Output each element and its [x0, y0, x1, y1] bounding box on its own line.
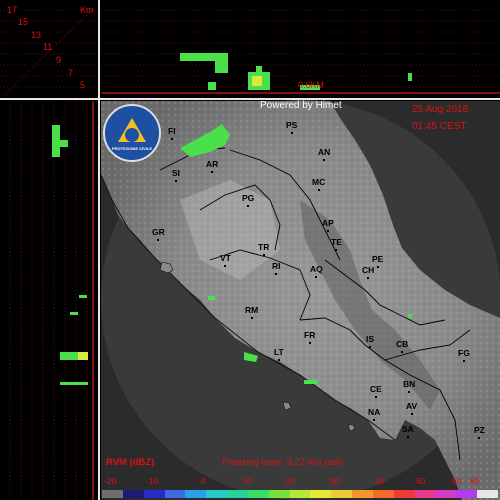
- legend-tick-label: 65: [470, 476, 480, 486]
- radar-map: [0, 0, 500, 500]
- city-label-rm: RM: [245, 305, 259, 319]
- legend-color-cell: [414, 490, 436, 498]
- legend-color-cell: [247, 490, 269, 498]
- city-label-is: IS: [366, 334, 375, 348]
- height-tick-15: 15: [18, 17, 29, 27]
- legend-color-cell: [227, 490, 249, 498]
- height-tick-17: 17: [7, 5, 18, 15]
- legend-color-cell: [122, 490, 144, 498]
- legend-color-cell: [456, 490, 478, 498]
- legend-color-cell: [310, 490, 332, 498]
- city-label-vt: VT: [220, 253, 231, 267]
- legend-title: RVM (dBZ): [106, 457, 155, 468]
- city-label-si: SI: [172, 168, 181, 182]
- city-label-pe: PE: [372, 254, 384, 268]
- powered-by-label: Powered by Himet: [260, 100, 342, 111]
- legend-tick-label: 40: [375, 476, 385, 486]
- legend-tick-label: 0: [201, 476, 206, 486]
- city-label-ar: AR: [206, 159, 219, 173]
- city-label-aq: AQ: [310, 264, 323, 278]
- city-label-fg: FG: [458, 348, 470, 362]
- logo-text: PROTEZIONE CIVILE: [111, 146, 152, 151]
- date-label: 25 Aug 2018: [412, 104, 469, 115]
- city-label-fi: FI: [168, 126, 176, 140]
- legend-tick-label: 60: [452, 476, 462, 486]
- city-label-an: AN: [318, 147, 331, 161]
- city-label-cb: CB: [396, 339, 409, 353]
- city-label-ce: CE: [370, 384, 382, 398]
- city-label-na: NA: [368, 407, 381, 421]
- city-label-pg: PG: [242, 193, 255, 207]
- legend-color-cell: [331, 490, 353, 498]
- legend-tick-label: -10: [146, 476, 159, 486]
- city-label-ps: PS: [286, 120, 298, 134]
- height-unit-label: Km: [80, 5, 94, 15]
- height-tick-13: 13: [31, 30, 42, 40]
- legend-tick-label: -20: [104, 476, 117, 486]
- freezing-marker: 0.6KM: [298, 80, 325, 90]
- city-label-ri: RI: [272, 261, 281, 275]
- legend-color-cell: [289, 490, 311, 498]
- city-label-tr: TR: [258, 242, 270, 256]
- height-tick-7: 7: [68, 68, 74, 78]
- time-label: 01:45 CEST: [412, 121, 467, 132]
- legend-tick-label: 30: [330, 476, 340, 486]
- freezing-level-label: Freezing level: 3.27 Km (asl): [222, 457, 343, 468]
- height-tick-9: 9: [56, 55, 62, 65]
- city-label-ch: CH: [362, 265, 375, 279]
- legend-color-cell: [477, 490, 499, 498]
- city-label-sa: SA: [402, 424, 414, 438]
- legend-color-cell: [372, 490, 394, 498]
- height-tick-5: 5: [80, 80, 86, 90]
- legend-color-cell: [185, 490, 207, 498]
- city-label-mc: MC: [312, 177, 326, 191]
- legend-color-cell: [206, 490, 228, 498]
- legend-color-cell: [435, 490, 457, 498]
- city-label-fr: FR: [304, 330, 316, 344]
- legend-color-cell: [352, 490, 374, 498]
- city-label-ap: AP: [322, 218, 334, 232]
- city-label-av: AV: [406, 401, 418, 415]
- city-label-bn: BN: [403, 379, 416, 393]
- city-label-lt: LT: [274, 347, 284, 361]
- legend-color-cell: [143, 490, 165, 498]
- legend-color-cell: [268, 490, 290, 498]
- legend-tick-label: 10: [242, 476, 252, 486]
- legend-color-cell: [102, 490, 123, 498]
- city-label-te: TE: [331, 237, 342, 251]
- city-label-pz: PZ: [474, 425, 485, 439]
- height-tick-11: 11: [43, 42, 53, 52]
- legend-color-cell: [393, 490, 415, 498]
- legend-color-cell: [164, 490, 186, 498]
- legend-tick-label: 50: [416, 476, 426, 486]
- logo-circle-icon: [125, 128, 139, 142]
- legend-tick-label: 20: [285, 476, 295, 486]
- civil-protection-logo: PROTEZIONE CIVILE: [103, 104, 161, 162]
- city-label-gr: GR: [152, 227, 165, 241]
